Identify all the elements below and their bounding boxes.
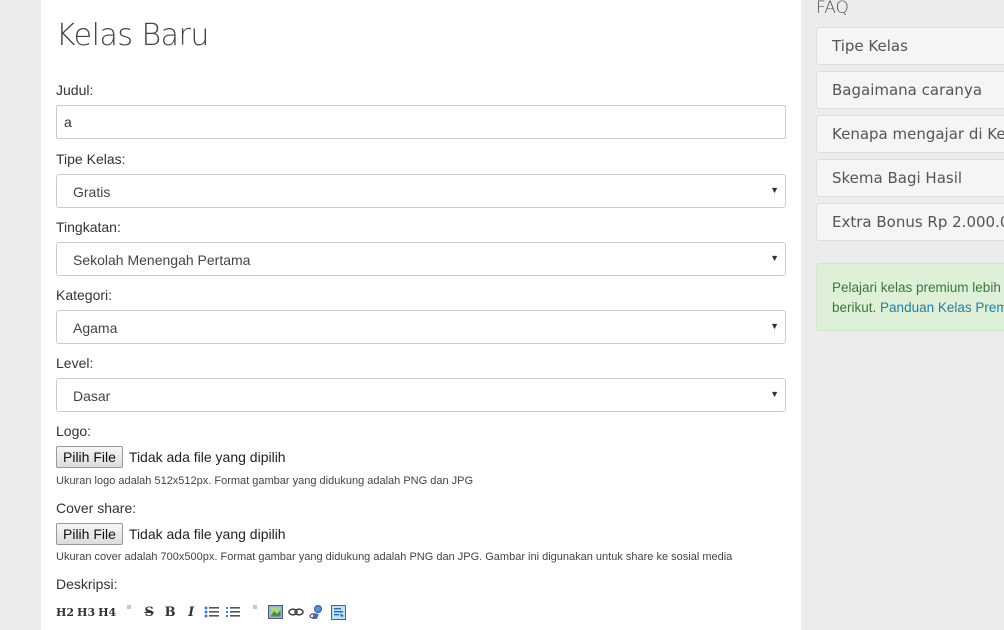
logo-file-status: Tidak ada file yang dipilih <box>128 449 286 465</box>
heading-2-button[interactable]: H2 <box>56 603 74 621</box>
bold-button[interactable]: B <box>161 603 179 621</box>
strikethrough-button[interactable]: S <box>140 603 158 621</box>
caret-down-icon: ▼ <box>770 185 779 195</box>
faq-title: FAQ <box>816 0 849 18</box>
deskripsi-label: Deskripsi: <box>56 576 118 592</box>
caret-down-icon: ▼ <box>770 253 779 263</box>
insert-user-link-button[interactable] <box>308 603 326 621</box>
caret-down-icon: ▼ <box>770 389 779 399</box>
toolbar-separator <box>127 605 132 609</box>
level-label: Level: <box>56 355 94 371</box>
numbered-list-button[interactable] <box>224 603 242 621</box>
link-icon <box>288 608 304 616</box>
insert-image-button[interactable] <box>266 603 284 621</box>
heading-3-button[interactable]: H3 <box>77 603 95 621</box>
faq-item-tipe-kelas[interactable]: Tipe Kelas <box>816 27 1004 65</box>
new-class-form: Kelas Baru Judul: Tipe Kelas: Gratis ▼ T… <box>41 0 801 630</box>
bullet-list-icon <box>204 606 220 618</box>
faq-item-skema-bagi-hasil[interactable]: Skema Bagi Hasil <box>816 159 1004 197</box>
cover-label: Cover share: <box>56 500 137 516</box>
editor-toolbar: H2 H3 H4 S B I <box>56 602 350 622</box>
user-link-icon <box>309 605 323 619</box>
toolbar-separator <box>253 605 258 609</box>
tipe-kelas-select[interactable]: Gratis ▼ <box>56 174 786 208</box>
level-select[interactable]: Dasar ▼ <box>56 378 786 412</box>
page-title: Kelas Baru <box>56 18 209 53</box>
tingkatan-select[interactable]: Sekolah Menengah Pertama ▼ <box>56 242 786 276</box>
faq-item-bagaimana-caranya[interactable]: Bagaimana caranya <box>816 71 1004 109</box>
insert-link-button[interactable] <box>287 603 305 621</box>
preview-icon <box>330 604 346 620</box>
tingkatan-label: Tingkatan: <box>56 219 121 235</box>
caret-down-icon: ▼ <box>770 321 779 331</box>
judul-input[interactable] <box>56 105 786 139</box>
preview-button[interactable] <box>329 603 347 621</box>
tingkatan-value: Sekolah Menengah Pertama <box>73 252 251 268</box>
kategori-label: Kategori: <box>56 287 113 303</box>
premium-info-alert: Pelajari kelas premium lebih lanjut di p… <box>816 263 1004 331</box>
premium-guide-link[interactable]: Panduan Kelas Premium <box>880 300 1004 315</box>
italic-button[interactable]: I <box>182 603 200 621</box>
cover-file-status: Tidak ada file yang dipilih <box>128 526 286 542</box>
kategori-value: Agama <box>73 320 118 336</box>
alert-text-prefix: berikut. <box>832 300 877 315</box>
logo-help-text: Ukuran logo adalah 512x512px. Format gam… <box>56 475 474 487</box>
bullet-list-button[interactable] <box>203 603 221 621</box>
logo-label: Logo: <box>56 423 92 439</box>
image-icon <box>267 605 283 619</box>
heading-4-button[interactable]: H4 <box>98 603 116 621</box>
alert-text: Pelajari kelas premium lebih lanjut di p… <box>832 280 1004 295</box>
judul-label: Judul: <box>56 82 94 98</box>
cover-help-text: Ukuran cover adalah 700x500px. Format ga… <box>56 551 733 563</box>
level-value: Dasar <box>73 388 111 404</box>
numbered-list-icon <box>226 607 241 617</box>
cover-file-input: Pilih File Tidak ada file yang dipilih <box>56 523 286 545</box>
logo-choose-file-button[interactable]: Pilih File <box>56 446 123 468</box>
tipe-kelas-label: Tipe Kelas: <box>56 151 126 167</box>
faq-item-kenapa-mengajar[interactable]: Kenapa mengajar di Kelas <box>816 115 1004 153</box>
faq-item-extra-bonus[interactable]: Extra Bonus Rp 2.000.000 <box>816 203 1004 241</box>
kategori-select[interactable]: Agama ▼ <box>56 310 786 344</box>
alert-text-line2: berikut. Panduan Kelas Premium <box>832 298 1004 318</box>
logo-file-input: Pilih File Tidak ada file yang dipilih <box>56 446 286 468</box>
tipe-kelas-value: Gratis <box>73 184 111 200</box>
cover-choose-file-button[interactable]: Pilih File <box>56 523 123 545</box>
